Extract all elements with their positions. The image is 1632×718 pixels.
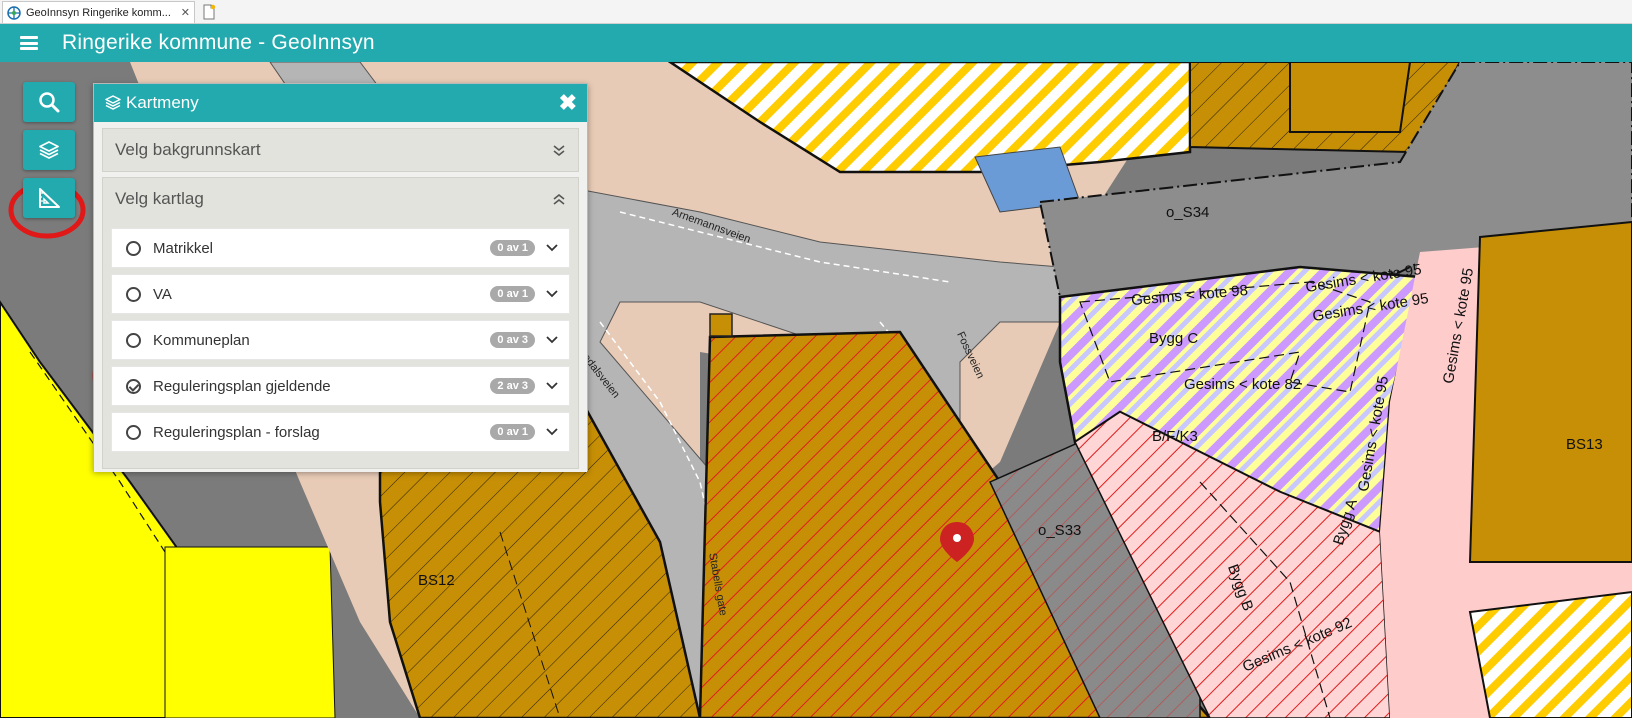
browser-tab-title: GeoInnsyn Ringerike komm... <box>26 6 171 19</box>
layer-item-matrikkel[interactable]: Matrikkel 0 av 1 <box>111 228 570 268</box>
search-button[interactable] <box>23 82 75 122</box>
layers-icon <box>39 141 59 159</box>
map-label-gesims-82: Gesims < kote 82 <box>1184 376 1302 393</box>
chevron-down-icon[interactable] <box>545 241 559 255</box>
map-label-bfk3: B/F/K3 <box>1152 428 1198 445</box>
chevron-down-icon[interactable] <box>545 287 559 301</box>
geoinnsyn-favicon-icon <box>7 5 21 20</box>
layer-label: Kommuneplan <box>153 331 250 349</box>
map-label-bygg-c: Bygg C <box>1149 330 1199 347</box>
ruler-triangle-icon <box>39 188 60 208</box>
layer-item-va[interactable]: VA 0 av 1 <box>111 274 570 314</box>
layer-item-reguleringsplan-gjeldende[interactable]: Reguleringsplan gjeldende 2 av 3 <box>111 366 570 406</box>
panel-title: Kartmeny <box>126 93 199 112</box>
layer-label: Matrikkel <box>153 239 214 257</box>
app-header: Ringerike kommune - GeoInnsyn <box>0 24 1632 62</box>
menu-icon[interactable] <box>20 36 38 50</box>
chevron-down-icon[interactable] <box>545 379 559 393</box>
map-label-o-s34: o_S34 <box>1166 204 1210 221</box>
layer-list: Matrikkel 0 av 1 VA 0 av 1 Kommuneplan 0… <box>103 220 578 468</box>
layer-count-badge: 2 av 3 <box>490 378 535 394</box>
map-label-bs13: BS13 <box>1566 436 1603 453</box>
section-label-layers: Velg kartlag <box>115 189 204 208</box>
layer-count-badge: 0 av 3 <box>490 332 535 348</box>
measure-button[interactable] <box>23 178 75 218</box>
panel-body: Velg bakgrunnskart Velg kartlag Matrikke… <box>94 122 587 472</box>
layers-button[interactable] <box>23 130 75 170</box>
chevrons-up-icon <box>553 193 565 205</box>
layers-icon <box>105 95 121 110</box>
radio-checked-icon[interactable] <box>126 378 141 394</box>
chevron-down-icon[interactable] <box>545 425 559 439</box>
radio-icon[interactable] <box>126 424 141 440</box>
layer-count-badge: 0 av 1 <box>490 240 535 256</box>
layer-label: Reguleringsplan gjeldende <box>153 377 331 395</box>
app-title: Ringerike kommune - GeoInnsyn <box>62 31 375 54</box>
layer-item-reguleringsplan-forslag[interactable]: Reguleringsplan - forslag 0 av 1 <box>111 412 570 452</box>
tab-close-icon[interactable]: ✕ <box>181 6 190 19</box>
browser-tab[interactable]: GeoInnsyn Ringerike komm... ✕ <box>2 1 195 23</box>
chevrons-down-icon <box>553 145 565 157</box>
layer-count-badge: 0 av 1 <box>490 424 535 440</box>
radio-icon[interactable] <box>126 240 141 256</box>
section-header-background[interactable]: Velg bakgrunnskart <box>103 129 578 171</box>
section-map-layers: Velg kartlag Matrikkel 0 av 1 VA 0 av 1 <box>102 177 579 469</box>
section-label-background: Velg bakgrunnskart <box>115 140 261 159</box>
layer-item-kommuneplan[interactable]: Kommuneplan 0 av 3 <box>111 320 570 360</box>
section-background-map[interactable]: Velg bakgrunnskart <box>102 128 579 172</box>
radio-icon[interactable] <box>126 286 141 302</box>
layer-label: Reguleringsplan - forslag <box>153 423 320 441</box>
close-icon[interactable]: ✖ <box>559 92 577 114</box>
section-header-layers[interactable]: Velg kartlag <box>103 178 578 220</box>
new-tab-icon[interactable] <box>200 3 218 21</box>
layer-label: VA <box>153 285 172 303</box>
map-label-o-s33: o_S33 <box>1038 522 1082 539</box>
chevron-down-icon[interactable] <box>545 333 559 347</box>
browser-tab-strip: GeoInnsyn Ringerike komm... ✕ <box>0 0 1632 24</box>
map-label-bs12: BS12 <box>418 572 455 589</box>
layer-count-badge: 0 av 1 <box>490 286 535 302</box>
radio-icon[interactable] <box>126 332 141 348</box>
search-icon <box>39 92 60 113</box>
map-menu-panel: Kartmeny ✖ Velg bakgrunnskart Velg kartl… <box>93 83 588 472</box>
panel-header: Kartmeny ✖ <box>94 84 587 122</box>
